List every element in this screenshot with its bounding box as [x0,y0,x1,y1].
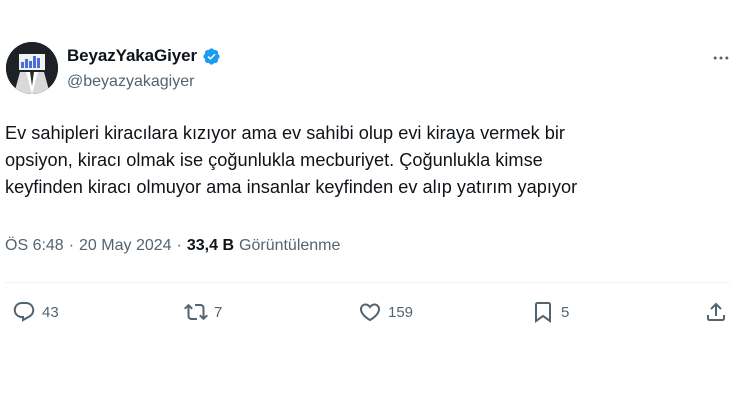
heart-icon [359,303,381,322]
tweet-text-line: opsiyon, kiracı olmak ise çoğunlukla mec… [5,150,543,170]
more-options-icon[interactable] [711,48,730,68]
tweet-text-line: Ev sahipleri kiracılara kızıyor ama ev s… [5,123,565,143]
retweet-icon [184,303,208,321]
reply-count: 43 [42,303,59,321]
avatar-image [6,42,58,94]
divider [5,282,730,283]
like-count: 159 [388,303,414,321]
author-display-name[interactable]: BeyazYakaGiyer [67,46,197,66]
tweet-text-line: keyfinden kiracı olmuyor ama insanlar ke… [5,177,578,197]
tweet-meta: ÖS 6:48 · 20 May 2024 · 33,4 B Görüntüle… [5,237,340,255]
meta-separator: · [68,237,75,254]
retweet-button[interactable]: 7 [184,300,222,324]
bookmark-icon [535,302,551,323]
bookmark-count: 5 [561,303,570,321]
retweet-count: 7 [214,303,223,321]
verified-badge-icon[interactable] [202,47,221,66]
author-name-row: BeyazYakaGiyer [67,46,221,66]
view-count: 33,4 B [186,237,235,254]
meta-separator: · [176,237,182,254]
reply-button[interactable]: 43 [12,300,59,324]
tweet-date[interactable]: 20 May 2024 [79,237,172,255]
share-button[interactable] [704,300,728,324]
view-count-label: Görüntülenme [239,237,341,254]
avatar[interactable] [6,42,58,94]
like-button[interactable]: 159 [358,300,413,324]
tweet-text: Ev sahipleri kiracılara kızıyor ama ev s… [5,120,723,201]
tweet-time[interactable]: ÖS 6:48 [5,237,64,255]
author-handle[interactable]: @beyazyakagiyer [67,73,194,91]
reply-icon [13,302,35,322]
bookmark-button[interactable]: 5 [531,300,569,324]
share-icon [707,302,725,321]
